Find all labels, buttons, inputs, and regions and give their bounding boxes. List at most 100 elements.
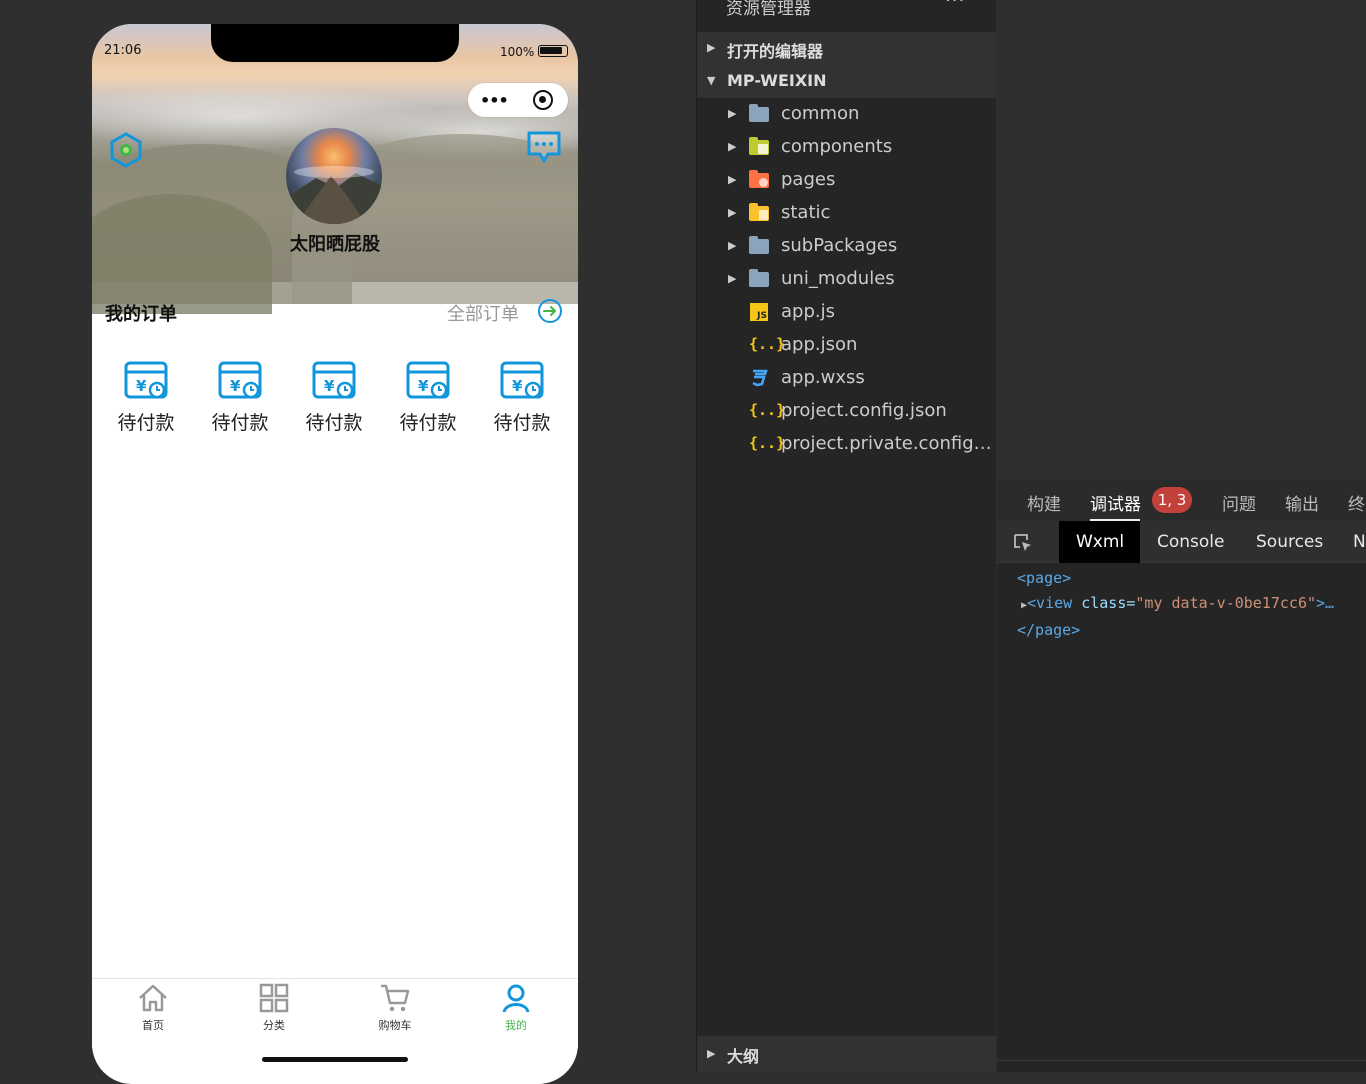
section-label: MP-WEIXIN xyxy=(727,71,827,90)
more-menu-icon[interactable]: ••• xyxy=(480,91,509,110)
chevron-right-icon: ▶ xyxy=(728,206,737,219)
wxml-node[interactable]: <page> xyxy=(997,566,1366,591)
mini-program-capsule[interactable]: ••• xyxy=(468,83,568,117)
code-tag: </page> xyxy=(1017,621,1081,639)
chevron-right-icon: ▶ xyxy=(728,272,737,285)
tree-item-app-json[interactable]: {..} app.json xyxy=(697,329,996,362)
tab-cart[interactable]: 购物车 xyxy=(355,983,435,1033)
username: 太阳晒屁股 xyxy=(290,234,380,255)
order-item-label: 待付款 xyxy=(117,412,175,434)
tree-item-subpackages[interactable]: ▶ subPackages xyxy=(697,230,996,263)
tree-item-project-private-config[interactable]: {..} project.private.config.js... xyxy=(697,428,996,461)
tree-item-common[interactable]: ▶ common xyxy=(697,98,996,131)
device-notch xyxy=(211,24,459,62)
css-file-icon xyxy=(749,368,771,388)
debugger-subtabs: Wxml Console Sources N xyxy=(997,521,1366,563)
svg-text:¥: ¥ xyxy=(136,377,147,395)
explorer-title: 资源管理器 xyxy=(726,0,811,19)
section-open-editors[interactable]: ▶ 打开的编辑器 xyxy=(697,32,996,65)
tree-item-label: app.json xyxy=(781,334,858,355)
tab-debugger[interactable]: 调试器 xyxy=(1090,490,1141,515)
folder-icon xyxy=(749,236,771,256)
settings-icon[interactable] xyxy=(108,132,144,168)
section-outline[interactable]: ▶ 大纲 xyxy=(697,1036,996,1072)
subtab-console[interactable]: Console xyxy=(1157,532,1225,552)
tree-item-label: components xyxy=(781,136,893,157)
wallet-yuan-icon: ¥ xyxy=(406,361,450,399)
javascript-file-icon: JS xyxy=(749,302,771,322)
tree-item-components[interactable]: ▶ components xyxy=(697,131,996,164)
tree-item-static[interactable]: ▶ static xyxy=(697,197,996,230)
code-attr: class= xyxy=(1072,594,1136,612)
phone-simulator: 21:06 100% ••• 太阳晒屁股 我的订单 全部订单 ¥ 待付款 ¥ 待… xyxy=(92,24,578,1084)
tree-item-project-config[interactable]: {..} project.config.json xyxy=(697,395,996,428)
tree-item-pages[interactable]: ▶ pages xyxy=(697,164,996,197)
svg-text:¥: ¥ xyxy=(230,377,241,395)
tab-terminal[interactable]: 终 xyxy=(1348,490,1365,515)
tab-build[interactable]: 构建 xyxy=(1027,490,1061,515)
cart-icon xyxy=(381,984,410,1012)
chevron-right-icon: ▶ xyxy=(728,173,737,186)
pages-folder-icon xyxy=(749,170,771,190)
battery-icon xyxy=(538,45,568,57)
tab-mine[interactable]: 我的 xyxy=(476,983,556,1033)
inspect-element-icon[interactable] xyxy=(1012,532,1034,554)
svg-text:¥: ¥ xyxy=(512,377,523,395)
tree-item-uni-modules[interactable]: ▶ uni_modules xyxy=(697,263,996,296)
divider xyxy=(997,1060,1366,1061)
order-item-pending-payment[interactable]: ¥ 待付款 xyxy=(106,360,186,435)
wxml-tree: <page> ▶<view class="my data-v-0be17cc6"… xyxy=(997,566,1366,643)
tab-label: 首页 xyxy=(142,1019,164,1032)
message-icon[interactable] xyxy=(526,130,562,166)
tree-item-app-wxss[interactable]: app.wxss xyxy=(697,362,996,395)
tree-item-label: app.js xyxy=(781,301,835,322)
chevron-right-icon: ▶ xyxy=(728,140,737,153)
avatar[interactable] xyxy=(286,128,382,224)
wallet-yuan-icon: ¥ xyxy=(218,361,262,399)
subtab-sources[interactable]: Sources xyxy=(1256,532,1323,552)
arrow-right-circle-icon[interactable] xyxy=(537,298,563,324)
order-item-pending-payment[interactable]: ¥ 待付款 xyxy=(294,360,374,435)
more-actions-icon[interactable]: ··· xyxy=(945,0,965,11)
wallet-yuan-icon: ¥ xyxy=(500,361,544,399)
svg-text:¥: ¥ xyxy=(324,377,335,395)
tree-item-label: app.wxss xyxy=(781,367,865,388)
devtools-panel: 构建 调试器 1, 3 问题 输出 终 Wxml Console Sources… xyxy=(997,480,1366,1072)
section-label: 打开的编辑器 xyxy=(727,42,824,61)
tab-label: 分类 xyxy=(263,1019,285,1032)
order-item-pending-payment[interactable]: ¥ 待付款 xyxy=(482,360,562,435)
order-item-pending-payment[interactable]: ¥ 待付款 xyxy=(388,360,468,435)
tree-item-label: pages xyxy=(781,169,836,190)
user-icon xyxy=(502,984,530,1013)
svg-text:¥: ¥ xyxy=(418,377,429,395)
tab-home[interactable]: 首页 xyxy=(113,983,193,1033)
chevron-right-icon: ▶ xyxy=(728,107,737,120)
components-folder-icon xyxy=(749,137,771,157)
order-item-label: 待付款 xyxy=(493,412,551,434)
folder-icon xyxy=(749,269,771,289)
tab-output[interactable]: 输出 xyxy=(1285,490,1319,515)
orders-section-header: 我的订单 全部订单 xyxy=(92,282,578,342)
tab-problems[interactable]: 问题 xyxy=(1222,490,1256,515)
chevron-right-icon: ▶ xyxy=(707,1047,716,1060)
section-label: 大纲 xyxy=(727,1047,760,1066)
tab-category[interactable]: 分类 xyxy=(234,983,314,1033)
wxml-node[interactable]: ▶<view class="my data-v-0be17cc6">… xyxy=(997,591,1366,618)
section-project[interactable]: ▼ MP-WEIXIN xyxy=(697,65,996,98)
tree-item-label: static xyxy=(781,202,831,223)
json-file-icon: {..} xyxy=(749,434,786,452)
tree-item-app-js[interactable]: JS app.js xyxy=(697,296,996,329)
battery-percent: 100% xyxy=(500,45,535,59)
grid-icon xyxy=(259,983,289,1013)
order-item-label: 待付款 xyxy=(399,412,457,434)
subtab-network[interactable]: N xyxy=(1353,532,1366,552)
json-file-icon: {..} xyxy=(749,335,786,353)
all-orders-link[interactable]: 全部订单 xyxy=(447,300,519,326)
wxml-node[interactable]: </page> xyxy=(997,618,1366,643)
close-miniprogram-icon[interactable] xyxy=(533,90,553,110)
json-file-icon: {..} xyxy=(749,401,786,419)
order-item-pending-payment[interactable]: ¥ 待付款 xyxy=(200,360,280,435)
tab-label: 购物车 xyxy=(378,1019,412,1032)
subtab-wxml[interactable]: Wxml xyxy=(1076,532,1124,552)
tab-label: 我的 xyxy=(505,1019,527,1032)
